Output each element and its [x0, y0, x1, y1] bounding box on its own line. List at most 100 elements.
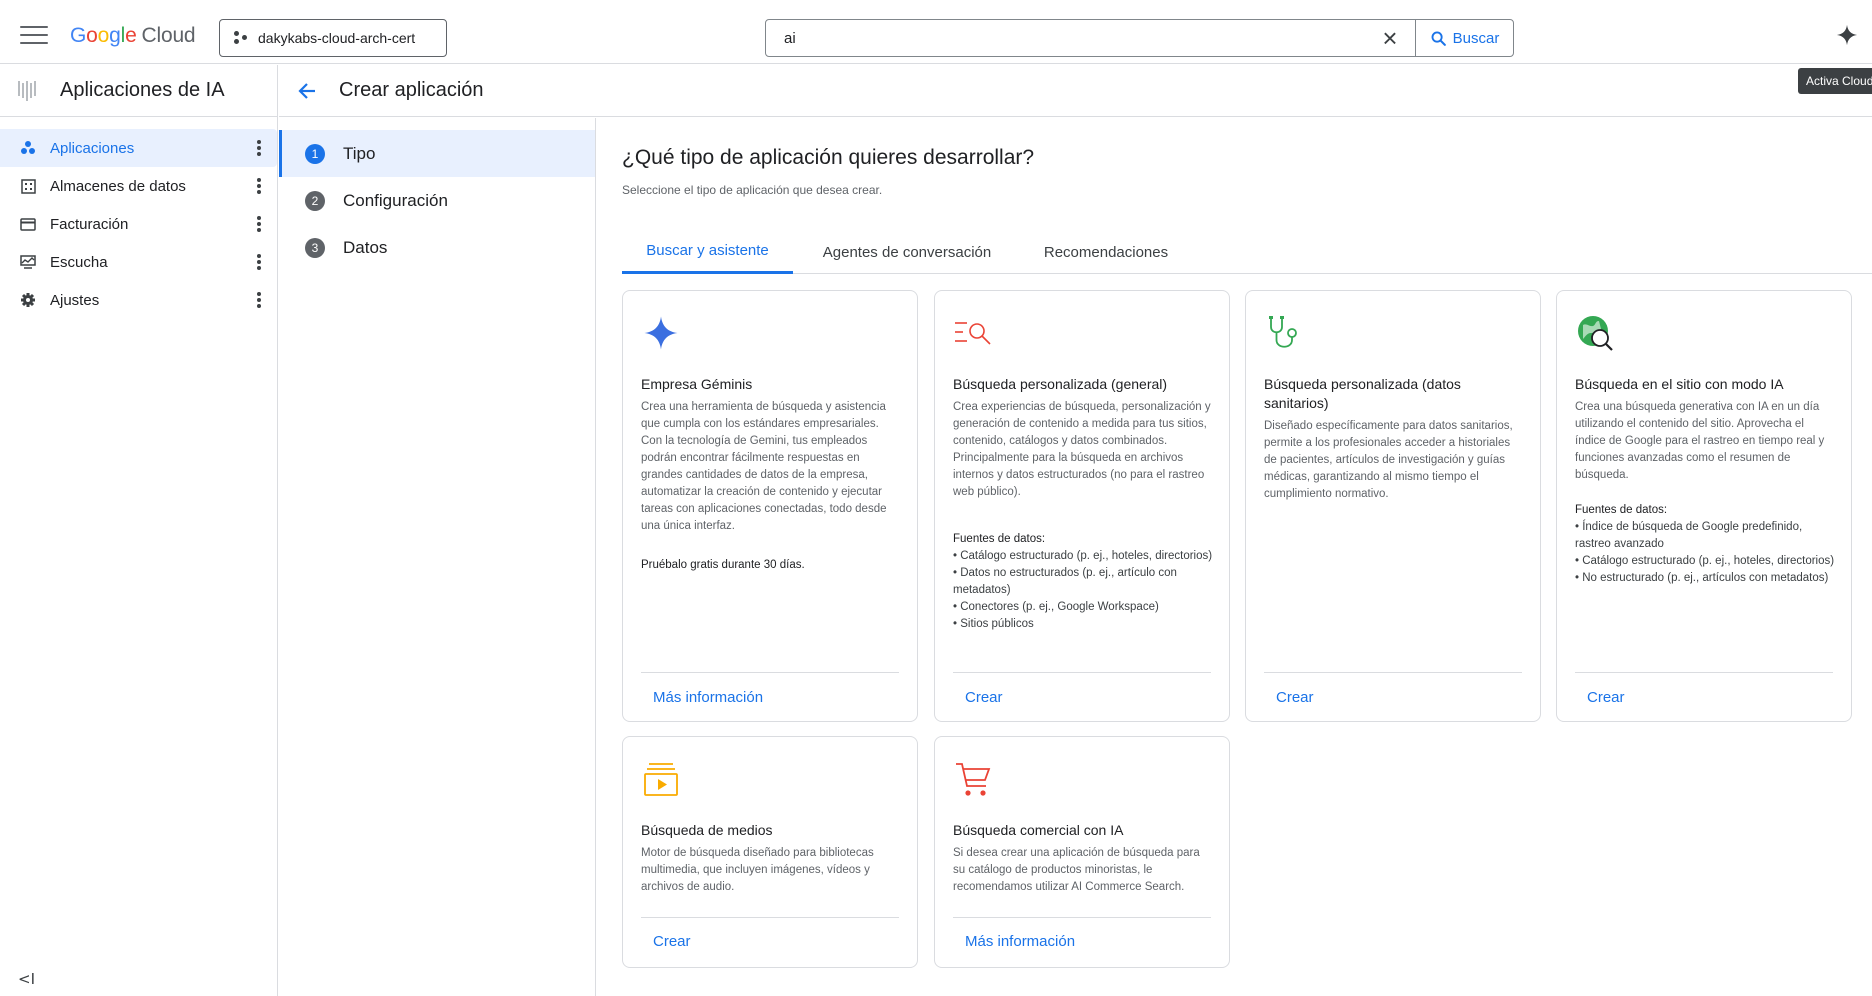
create-button[interactable]: Crear — [965, 689, 1003, 706]
left-navigation: Aplicaciones de IA Aplicaciones Almacene… — [0, 65, 278, 996]
billing-icon — [20, 216, 36, 232]
apps-icon — [20, 140, 36, 156]
data-source-item: • Catálogo estructurado (p. ej., hoteles… — [953, 550, 1213, 562]
card-gemini-enterprise: Empresa Géminis Crea una herramienta de … — [622, 290, 918, 722]
card-custom-search-healthcare: Búsqueda personalizada (datos sanitarios… — [1245, 290, 1541, 722]
google-cloud-logo[interactable]: Google Cloud — [70, 24, 196, 48]
data-sources-list: Fuentes de datos: • Catálogo estructurad… — [953, 531, 1215, 633]
collapse-sidebar-button[interactable]: <I — [18, 970, 35, 988]
gear-icon — [20, 292, 36, 308]
learn-more-link[interactable]: Más información — [653, 689, 763, 706]
card-site-search-ai-mode: Búsqueda en el sitio con modo IA Crea un… — [1556, 290, 1852, 722]
sidebar-item-applications[interactable]: Aplicaciones — [0, 129, 277, 167]
card-title: Búsqueda de medios — [641, 822, 773, 838]
page-title: Crear aplicación — [339, 79, 484, 101]
card-title: Empresa Géminis — [641, 376, 753, 392]
step-type[interactable]: 1 Tipo — [279, 130, 595, 177]
stethoscope-icon — [1264, 313, 1304, 353]
sidebar-item-label: Aplicaciones — [50, 139, 135, 157]
gemini-spark-icon[interactable] — [1836, 24, 1858, 46]
card-divider — [1575, 672, 1833, 673]
more-options-icon[interactable] — [257, 292, 261, 308]
sidebar-item-label: Facturación — [50, 215, 129, 233]
step-label: Datos — [343, 237, 388, 257]
datastore-icon — [20, 178, 36, 194]
data-sources-list: Fuentes de datos: • Índice de búsqueda d… — [1575, 502, 1837, 587]
card-description: Crea una herramienta de búsqueda y asist… — [641, 401, 887, 532]
card-title: Búsqueda personalizada (general) — [953, 376, 1168, 392]
tab-conversational-agents[interactable]: Agentes de conversación — [807, 230, 1007, 274]
card-title: Búsqueda comercial con IA — [953, 822, 1124, 838]
card-media-search: Búsqueda de medios Motor de búsqueda dis… — [622, 736, 918, 968]
step-data[interactable]: 3 Datos — [279, 224, 595, 271]
step-label: Configuración — [343, 190, 448, 210]
card-description: Crea experiencias de búsqueda, personali… — [953, 401, 1211, 498]
step-number: 2 — [305, 190, 325, 211]
sidebar-item-label: Escucha — [50, 253, 108, 271]
card-divider — [1264, 672, 1522, 673]
project-name: dakykabs-cloud-arch-cert — [258, 30, 416, 46]
sidebar-item-label: Ajustes — [50, 291, 100, 309]
card-title: Búsqueda personalizada (datos sanitarios… — [1264, 376, 1461, 411]
section-subtitle: Seleccione el tipo de aplicación que des… — [622, 183, 883, 197]
create-button[interactable]: Crear — [1587, 689, 1625, 706]
search-button[interactable]: Buscar — [1415, 20, 1513, 56]
search-input[interactable]: ai — [766, 20, 1365, 56]
card-description: Motor de búsqueda diseñado para bibliote… — [641, 847, 874, 893]
card-divider — [641, 672, 899, 673]
search-bar: ai × Buscar — [765, 19, 1514, 57]
sidebar-item-settings[interactable]: Ajustes — [0, 281, 277, 319]
sidebar-item-datastores[interactable]: Almacenes de datos — [0, 167, 277, 205]
card-description: Si desea crear una aplicación de búsqued… — [953, 847, 1200, 893]
more-options-icon[interactable] — [257, 140, 261, 156]
product-header: Aplicaciones de IA — [0, 65, 277, 117]
more-options-icon[interactable] — [257, 216, 261, 232]
app-type-tabs: Buscar y asistente Agentes de conversaci… — [622, 230, 1872, 274]
card-trial-note: Pruébalo gratis durante 30 días. — [641, 559, 805, 571]
more-options-icon[interactable] — [257, 178, 261, 194]
media-playlist-icon — [641, 759, 681, 799]
card-title: Búsqueda en el sitio con modo IA — [1575, 376, 1784, 392]
page-header: Crear aplicación — [279, 65, 1872, 117]
globe-search-icon — [1575, 313, 1615, 353]
data-source-item: • No estructurado (p. ej., artículos con… — [1575, 572, 1829, 584]
create-button[interactable]: Crear — [1276, 689, 1314, 706]
create-button[interactable]: Crear — [653, 933, 691, 950]
ai-applications-logo-icon — [18, 80, 36, 101]
search-button-label: Buscar — [1452, 29, 1500, 47]
search-list-icon — [953, 313, 993, 353]
step-configuration[interactable]: 2 Configuración — [279, 177, 595, 224]
data-sources-heading: Fuentes de datos: — [953, 533, 1046, 545]
step-number: 1 — [305, 143, 325, 164]
main-menu-icon[interactable] — [20, 26, 48, 50]
clear-search-icon[interactable]: × — [1365, 20, 1415, 56]
tab-recommendations[interactable]: Recomendaciones — [1022, 230, 1190, 274]
data-source-item: • Conectores (p. ej., Google Workspace) — [953, 601, 1159, 613]
data-source-item: • Catálogo estructurado (p. ej., hoteles… — [1575, 555, 1835, 567]
data-source-item: • Índice de búsqueda de Google predefini… — [1575, 521, 1803, 550]
card-commerce-search: Búsqueda comercial con IA Si desea crear… — [934, 736, 1230, 968]
data-sources-heading: Fuentes de datos: — [1575, 504, 1668, 516]
card-description: Crea una búsqueda generativa con IA en u… — [1575, 401, 1825, 481]
learn-more-link[interactable]: Más información — [965, 933, 1075, 950]
project-picker-button[interactable]: dakykabs-cloud-arch-cert — [219, 19, 447, 57]
product-title: Aplicaciones de IA — [60, 79, 225, 101]
sidebar-item-label: Almacenes de datos — [50, 177, 186, 195]
data-source-item: • Datos no estructurados (p. ej., artícu… — [953, 567, 1177, 596]
data-source-item: • Sitios públicos — [953, 618, 1034, 630]
card-divider — [953, 917, 1211, 918]
card-description: Diseñado específicamente para datos sani… — [1264, 420, 1513, 500]
stepper: 1 Tipo 2 Configuración 3 Datos — [279, 118, 596, 996]
shopping-cart-icon — [953, 759, 993, 799]
sidebar-item-monitoring[interactable]: Escucha — [0, 243, 277, 281]
gemini-spark-icon — [641, 313, 681, 353]
back-arrow-icon[interactable] — [297, 81, 317, 101]
tab-search-assistant[interactable]: Buscar y asistente — [622, 230, 793, 274]
section-title: ¿Qué tipo de aplicación quieres desarrol… — [622, 146, 1035, 169]
card-divider — [641, 917, 899, 918]
sidebar-item-billing[interactable]: Facturación — [0, 205, 277, 243]
step-label: Tipo — [343, 143, 376, 163]
monitor-icon — [20, 254, 36, 270]
more-options-icon[interactable] — [257, 254, 261, 270]
card-divider — [953, 672, 1211, 673]
